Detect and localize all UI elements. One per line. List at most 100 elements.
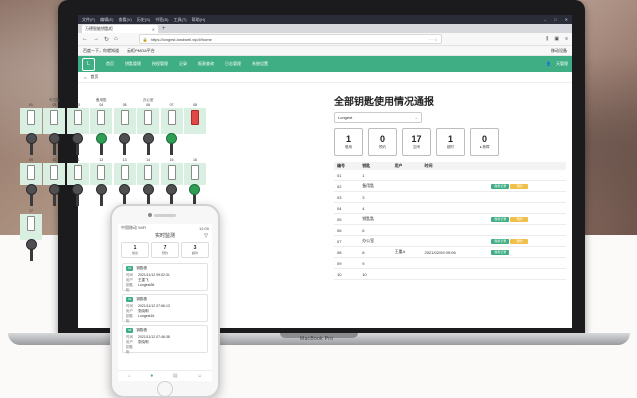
card-field-label: 钥匙柜	[126, 283, 133, 292]
minimize-icon[interactable]: –	[544, 17, 546, 22]
library-icon[interactable]: ⫼	[546, 36, 548, 42]
nav-settings[interactable]: 系统设置	[252, 61, 268, 67]
borrow-record-button[interactable]: 借用记录	[491, 184, 510, 189]
key-slot[interactable]: 15	[160, 158, 183, 206]
borrow-record-button[interactable]: 借用记录	[491, 217, 510, 222]
nav-auth[interactable]: 授权管理	[152, 61, 168, 67]
app-nav: L 首页 钥匙管理 授权管理 记录 报表查询 日志管理 系统设置 👤 天管理	[78, 56, 572, 72]
laptop-brand: MacBook Pro	[300, 336, 334, 342]
menu-bar: 文件(F) 编辑(E) 查看(V) 历史(S) 书签(B) 工具(T) 帮助(H…	[78, 15, 572, 24]
stat-reserved[interactable]: 0 预约	[368, 128, 397, 156]
sidebar-icon[interactable]: ▣	[554, 36, 559, 42]
borrow-record-button[interactable]: 借用记录	[491, 250, 510, 255]
tab-home-icon[interactable]: ⌂	[128, 373, 131, 379]
tab-close-icon[interactable]: ✕	[152, 27, 155, 32]
key-holder	[43, 108, 66, 134]
page-actions-icon[interactable]: ··· ☆	[429, 37, 438, 42]
home-crumb-icon[interactable]: ⌂	[84, 75, 86, 80]
reload-icon[interactable]: ↻	[104, 36, 109, 43]
nav-records[interactable]: 记录	[179, 61, 187, 67]
key-stem	[29, 249, 33, 261]
key-slot[interactable]: 13	[113, 158, 136, 206]
phone-clock: 12:00	[198, 225, 209, 231]
key-slot[interactable]: 03	[66, 98, 89, 155]
stat-idle[interactable]: 17 空闲	[402, 128, 431, 156]
table-row: 03 3	[334, 191, 566, 203]
key-slot[interactable]: 01	[20, 98, 42, 155]
menu-tools[interactable]: 工具(T)	[173, 17, 186, 23]
key-holder	[20, 163, 42, 185]
menu-view[interactable]: 查看(V)	[118, 17, 131, 23]
cabinet-select[interactable]: Longest ⌄	[334, 112, 422, 123]
reserve-button[interactable]: 预约	[510, 217, 529, 222]
menu-history[interactable]: 历史(S)	[137, 17, 150, 23]
record-card[interactable]: 01 钥匙借 时间 2021/11/12 09:02:31 用户 王重飞 钥匙柜 Longes…	[122, 263, 208, 292]
key-slot[interactable]: 09	[20, 158, 42, 206]
home-icon[interactable]: ⌂	[114, 36, 118, 42]
key-slot[interactable]: 16	[183, 158, 206, 206]
key-slot[interactable]: 10	[43, 158, 66, 206]
phone-stat[interactable]: 7 预约	[151, 242, 179, 258]
bookmark-baidu[interactable]: 百度一下，你就知道	[83, 48, 119, 54]
phone-status-bar: 中国移动 WiFi 12:00	[118, 224, 212, 232]
close-icon[interactable]: ✕	[565, 17, 568, 22]
key-slot[interactable]: 17	[20, 209, 42, 261]
key-slot[interactable]: 08	[183, 98, 206, 155]
table-body: 01 1 02 备用匙 借用记录 预约 03 3 04 4 05 钥匙匙 借用记录 预约 06 6 07 办公…	[334, 170, 566, 280]
key-slot[interactable]: 备用匙 04	[90, 98, 113, 155]
bookmark-pmoa[interactable]: 云柜PMOA平台	[127, 48, 155, 54]
tab-monitor-icon[interactable]: ●	[150, 373, 153, 379]
key-fob-active	[166, 133, 178, 144]
key-slot[interactable]: 14	[137, 158, 160, 206]
reserve-button[interactable]: 预约	[510, 184, 529, 189]
breadcrumb-home[interactable]: 首页	[90, 74, 98, 80]
menu-file[interactable]: 文件(F)	[82, 17, 95, 23]
cell-time: 2021/02/09 09:06	[421, 246, 489, 258]
nav-reports[interactable]: 报表查询	[198, 61, 214, 67]
record-card[interactable]: 02 钥匙借 时间 2021/11/12 07:56:13 用户 张晓明 钥匙柜 Longes…	[122, 294, 208, 323]
key-stem	[99, 194, 103, 206]
cell-time	[421, 180, 489, 192]
menu-bookmarks[interactable]: 书签(B)	[155, 17, 168, 23]
menu-edit[interactable]: 编辑(E)	[100, 17, 113, 23]
phone-stat[interactable]: 1 借出	[121, 242, 149, 258]
cell-time	[421, 235, 489, 247]
reserve-button[interactable]: 预约	[510, 239, 529, 244]
cell-key: 1	[359, 170, 392, 181]
key-slot[interactable]: 11	[66, 158, 89, 206]
maximize-icon[interactable]: □	[554, 17, 556, 22]
bookmark-mobile[interactable]: 移动设备	[551, 48, 567, 54]
tab-doc-icon[interactable]: ▤	[173, 373, 178, 379]
key-slot[interactable]: 12	[90, 158, 113, 206]
key-slot[interactable]: 07	[160, 98, 183, 155]
app-menu-icon[interactable]: ≡	[565, 36, 568, 42]
phone-home-button[interactable]	[157, 381, 173, 397]
phone-stat[interactable]: 3 超时	[181, 242, 209, 258]
address-bar[interactable]: 🔒 https://longest.landwell.vip/#/home ··…	[138, 34, 442, 44]
stat-borrowed[interactable]: 1 借用	[334, 128, 363, 156]
nav-keys[interactable]: 钥匙管理	[125, 61, 141, 67]
table-row: 07 办公室 借用记录 预约	[334, 235, 566, 247]
menu-help[interactable]: 帮助(H)	[192, 17, 206, 23]
stat-overdue[interactable]: 1 超时	[436, 128, 465, 156]
table-row: 01 1	[334, 170, 566, 181]
filter-icon[interactable]: ▽	[204, 232, 208, 240]
new-tab-icon[interactable]: +	[162, 25, 166, 33]
stat-fault[interactable]: 0 ● 故障	[470, 128, 499, 156]
borrow-record-button[interactable]: 借用记录	[491, 239, 510, 244]
key-slot[interactable]: 办公室 06	[137, 98, 160, 155]
nav-logs[interactable]: 日志管理	[225, 61, 241, 67]
key-slot[interactable]: 05	[113, 98, 136, 155]
key-slot[interactable]: 车位匙 02	[43, 98, 66, 155]
back-icon[interactable]: ←	[82, 36, 88, 42]
key-fob	[48, 184, 60, 195]
browser-tab[interactable]: 万德智能钥匙柜 ✕	[82, 25, 158, 33]
user-name[interactable]: 天管理	[556, 61, 568, 67]
record-card[interactable]: 03 钥匙借 时间 2021/11/12 07:46:38 用户 张晓明 钥匙柜	[122, 325, 208, 354]
card-field-value: Longest36	[138, 283, 155, 287]
key-stem	[99, 143, 103, 155]
tab-user-icon[interactable]: ☺	[197, 373, 202, 379]
forward-icon[interactable]: →	[93, 36, 99, 42]
nav-home[interactable]: 首页	[106, 61, 114, 67]
key-plate	[120, 110, 129, 125]
